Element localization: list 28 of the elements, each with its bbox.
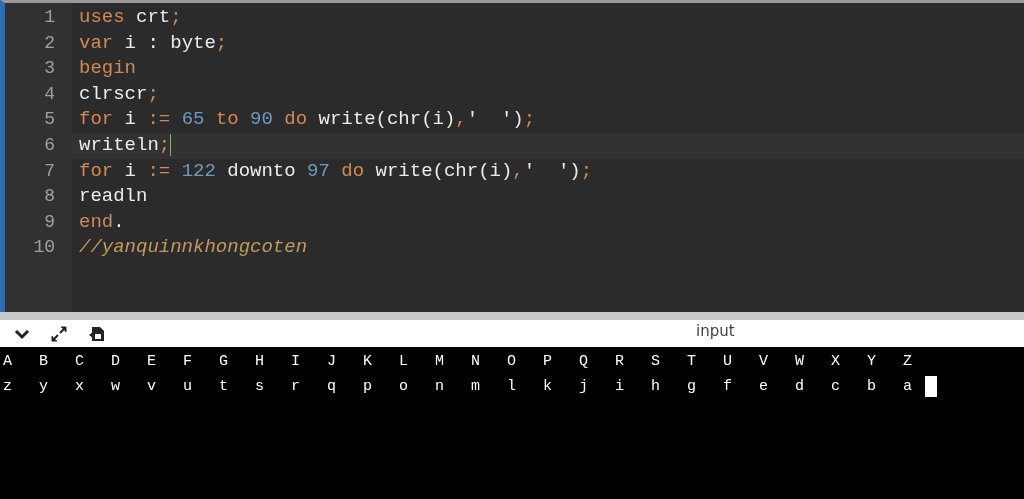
code-line: var i : byte; [79, 30, 228, 56]
code-line: for i := 122 downto 97 do write(chr(i),' '); [79, 158, 593, 184]
code-line: clrscr; [79, 81, 159, 107]
console-output-line: z y x w v u t s r q p o n m l k j i h g f e d c b a [2, 378, 916, 395]
block-cursor [925, 376, 938, 397]
line-number: 9 [43, 210, 56, 234]
console-output-line: A B C D E F G H I J K L M N O P Q R S T U V W X Y Z [2, 353, 916, 370]
line-number: 4 [43, 82, 56, 106]
code-line: //yanquinnkhongcoten [79, 235, 308, 261]
expand-icon[interactable] [50, 324, 68, 343]
line-number: 10 [32, 236, 56, 260]
code-line: uses crt; [79, 5, 182, 30]
line-number: 2 [43, 31, 56, 55]
code-line: end. [79, 209, 125, 235]
text-cursor [170, 133, 172, 156]
line-number: 1 [43, 6, 56, 29]
code-line: for i := 65 to 90 do write(chr(i),' '); [79, 107, 536, 133]
line-number: 3 [43, 57, 56, 81]
line-number: 5 [43, 108, 56, 132]
panel-title: input [696, 322, 735, 340]
code-line: readln [79, 184, 148, 210]
line-number: 8 [43, 185, 56, 209]
code-line: writeln; [79, 132, 171, 158]
chevron-down-icon[interactable] [14, 327, 30, 340]
code-line: begin [79, 56, 136, 82]
line-number: 6 [43, 133, 56, 157]
floppy-icon[interactable] [88, 324, 106, 343]
line-number: 7 [43, 159, 56, 183]
